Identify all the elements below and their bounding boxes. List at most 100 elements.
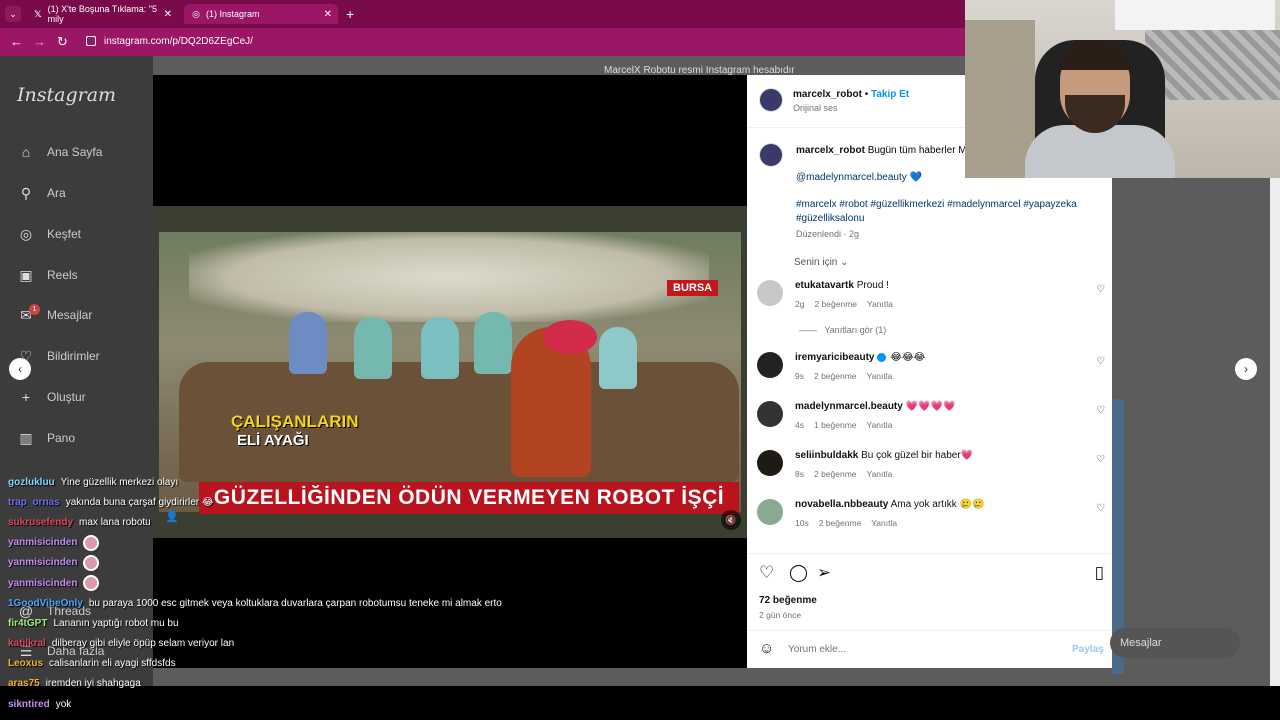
tab-x[interactable]: 𝕏 (1) X'te Boşuna Tıklama: "5 mily ✕ [26,4,178,24]
close-icon[interactable]: ✕ [324,9,332,20]
instagram-logo[interactable]: Instagram [17,84,116,106]
comment-user[interactable]: novabella.nbbeauty [795,499,888,510]
sidebar-item-label: Oluştur [47,390,86,404]
comment-text: 💗💗💗💗 [905,401,956,412]
forward-arrow-icon[interactable]: → [33,34,46,49]
previous-post-arrow-icon[interactable]: ‹ [9,358,31,380]
audio-label[interactable]: Orijinal ses [793,103,909,113]
post-username[interactable]: marcelx_robot [793,89,862,100]
messages-floating-button[interactable]: Mesajlar [1110,628,1240,658]
comment: etukatavartk Proud ! 2g 2 beğenme Yanıtla … [755,280,1105,320]
like-heart-icon[interactable]: ♡ [1096,356,1105,367]
webcam-background [1115,0,1275,30]
verified-badge-icon [876,352,886,362]
avatar[interactable] [757,280,783,306]
tab-instagram[interactable]: ◎ (1) Instagram ✕ [184,4,338,24]
like-heart-icon[interactable]: ♡ [1096,454,1105,465]
comment-likes[interactable]: 2 beğenme [819,518,862,528]
reply-button[interactable]: Yanıtla [867,371,893,381]
avatar[interactable] [757,401,783,427]
page-scrollbar[interactable] [1270,178,1280,686]
share-send-icon[interactable]: ➢ [817,563,831,583]
comment-time: 8s [795,469,804,479]
comment-likes[interactable]: 2 beğenme [814,469,857,479]
like-heart-icon[interactable]: ♡ [1096,284,1105,295]
next-post-arrow-icon[interactable]: › [1235,358,1257,380]
emoji-icon[interactable]: ☺ [759,640,774,657]
like-heart-icon[interactable]: ♡ [1096,405,1105,416]
reply-button[interactable]: Yanıtla [867,420,893,430]
chat-username: yanmisicinden [8,557,78,569]
comment-likes[interactable]: 2 beğenme [814,371,857,381]
person [421,317,459,379]
chat-text: max lana robotu [79,516,151,528]
reply-button[interactable]: Yanıtla [867,469,893,479]
webcam-overlay [965,0,1280,178]
caption-username[interactable]: marcelx_robot [796,145,865,156]
chat-text: yakında buna çarşaf giydirirler 😂 [65,496,214,508]
tab-label: (1) Instagram [206,9,260,19]
reply-button[interactable]: Yanıtla [867,299,893,309]
tab-search-chevron-icon[interactable]: ⌄ [5,6,21,22]
comment-likes[interactable]: 2 beğenme [814,299,857,309]
headline-overlay: ÇALIŞANLARIN ELİ AYAĞI [231,412,359,449]
comment-user[interactable]: etukatavartk [795,280,854,291]
comment-user[interactable]: iremyaricibeauty [795,352,875,363]
chat-username: katilkral [8,638,46,650]
sidebar-item-search[interactable]: ⚲ Ara [17,183,66,203]
back-arrow-icon[interactable]: ← [10,34,23,49]
comment-likes[interactable]: 1 beğenme [814,420,857,430]
post-header: marcelx_robot • Takip Et Orijinal ses [793,89,909,113]
reload-icon[interactable]: ↻ [57,34,68,50]
sidebar-item-dashboard[interactable]: ▥ Pano [17,428,75,448]
avatar[interactable] [757,450,783,476]
avatar[interactable] [757,352,783,378]
avatar[interactable] [759,143,783,167]
chat-username: Leoxus [8,658,44,670]
mute-icon[interactable]: 🔇 [721,510,741,530]
comment-user[interactable]: madelynmarcel.beauty [795,401,903,412]
comment-sort-dropdown[interactable]: Senin için ⌄ [794,257,849,268]
comment-user[interactable]: seliinbuldakk [795,450,858,461]
sidebar-item-create[interactable]: + Oluştur [17,387,86,407]
follow-button[interactable]: Takip Et [871,89,909,100]
comment-bubble-icon[interactable]: ◯ [789,563,808,583]
sidebar-item-explore[interactable]: ◎ Keşfet [17,224,81,244]
comment: seliinbuldakk Bu çok güzel bir haber💗 8s… [755,450,1105,490]
comment-text: Bu çok güzel bir haber💗 [861,450,974,461]
view-replies-button[interactable]: —— Yanıtları gör (1) [799,325,886,335]
chat-username: sukrusefendy [8,516,74,528]
reply-button[interactable]: Yanıtla [871,518,897,528]
sidebar-item-messages[interactable]: ✉ 1 Mesajlar [17,304,92,325]
sidebar-item-reels[interactable]: ▣ Reels [17,265,77,285]
new-tab-plus-icon[interactable]: + [346,6,354,22]
sidebar-item-label: Ara [47,186,66,200]
comment-input[interactable]: Yorum ekle... [788,644,846,655]
url-text[interactable]: instagram.com/p/DQ2D6ZEgCeJ/ [104,36,253,47]
search-icon: ⚲ [20,184,32,201]
close-icon[interactable]: ✕ [164,9,172,20]
post-comment-button[interactable]: Paylaş [1072,644,1104,655]
caption-mention[interactable]: @madelynmarcel.beauty 💙 [796,172,922,183]
site-info-icon[interactable] [86,36,96,46]
likes-count[interactable]: 72 beğenme [759,595,817,606]
instagram-icon: ◎ [192,8,200,19]
bookmark-icon[interactable]: ▯ [1095,563,1104,583]
chat-text: bu paraya 1000 esc gitmek veya koltuklar… [88,597,502,609]
like-heart-icon[interactable]: ♡ [759,563,774,583]
chat-message: 1GoodVibeOnly bu paraya 1000 esc gitmek v… [8,593,608,613]
sort-label: Senin için [794,257,838,268]
chat-username: sikntired [8,698,50,710]
chat-text: iremden iyi shahgaga [45,678,141,690]
sidebar-item-label: Pano [47,431,76,445]
comment-meta: 9s 2 beğenme Yanıtla [795,371,902,381]
sidebar-item-home[interactable]: ⌂ Ana Sayfa [17,142,103,162]
comment-time: 9s [795,371,804,381]
like-heart-icon[interactable]: ♡ [1096,503,1105,514]
messages-label: Mesajlar [1120,637,1162,649]
chat-text: calisanlarin eli ayagi sffdsfds [49,658,176,670]
avatar[interactable] [759,88,783,112]
avatar[interactable] [757,499,783,525]
caption-hashtags[interactable]: #marcelx #robot #güzellikmerkezi #madely… [796,198,1096,225]
chat-message: Leoxus calisanlarin eli ayagi sffdsfds [8,654,608,674]
